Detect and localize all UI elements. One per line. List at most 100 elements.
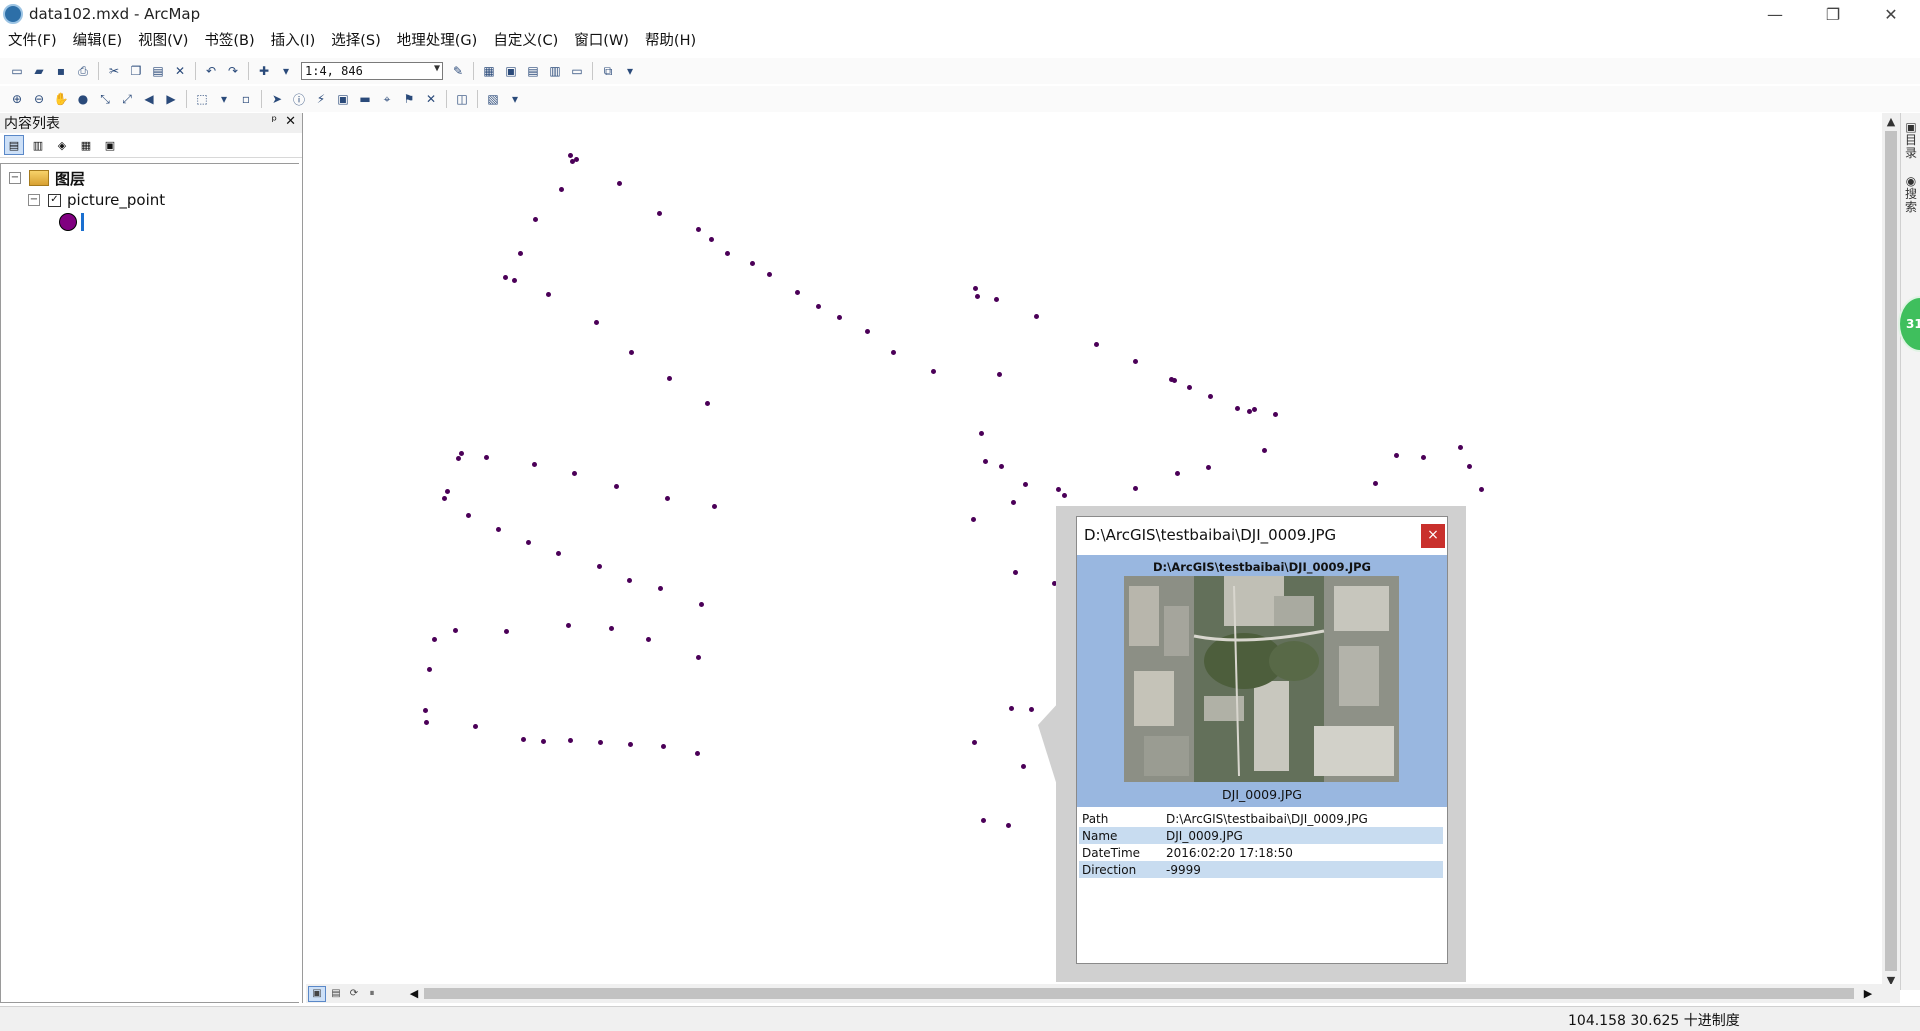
photo-point-feature[interactable] bbox=[712, 504, 717, 509]
minimize-button[interactable]: — bbox=[1746, 0, 1804, 28]
collapse-icon[interactable]: − bbox=[28, 194, 40, 206]
catalog-side-tab[interactable]: ▣ 目录 bbox=[1903, 121, 1919, 160]
photo-point-feature[interactable] bbox=[665, 496, 670, 501]
photo-point-feature[interactable] bbox=[1235, 406, 1240, 411]
python-window-icon[interactable]: ▭ bbox=[568, 62, 586, 80]
photo-point-feature[interactable] bbox=[699, 602, 704, 607]
photo-point-feature[interactable] bbox=[533, 217, 538, 222]
full-extent-globe-icon[interactable]: ● bbox=[74, 90, 92, 108]
hyperlink-icon[interactable]: ⚡ bbox=[312, 90, 330, 108]
photo-point-feature[interactable] bbox=[559, 187, 564, 192]
photo-point-feature[interactable] bbox=[532, 462, 537, 467]
pin-icon[interactable]: ᵖ bbox=[272, 114, 278, 129]
menu-help[interactable]: 帮助(H) bbox=[637, 30, 704, 52]
photo-point-feature[interactable] bbox=[975, 294, 980, 299]
layer-name-label[interactable]: picture_point bbox=[67, 191, 165, 209]
select-elements-arrow-icon[interactable]: ➤ bbox=[268, 90, 286, 108]
photo-point-feature[interactable] bbox=[1009, 706, 1014, 711]
photo-point-feature[interactable] bbox=[504, 629, 509, 634]
photo-point-feature[interactable] bbox=[1172, 378, 1177, 383]
layout-view-icon[interactable]: ▤ bbox=[328, 987, 344, 1001]
zoom-in-icon[interactable]: ⊕ bbox=[8, 90, 26, 108]
photo-point-feature[interactable] bbox=[521, 737, 526, 742]
menu-bookmarks[interactable]: 书签(B) bbox=[196, 30, 262, 52]
close-icon[interactable]: ✕ bbox=[285, 114, 296, 129]
menu-windows[interactable]: 窗口(W) bbox=[566, 30, 637, 52]
toolbar-options-icon[interactable]: ▾ bbox=[506, 90, 524, 108]
photo-point-feature[interactable] bbox=[597, 564, 602, 569]
collapse-icon[interactable]: − bbox=[9, 172, 21, 184]
editor-toolbar-icon[interactable]: ✎ bbox=[449, 62, 467, 80]
photo-point-feature[interactable] bbox=[556, 551, 561, 556]
photo-point-feature[interactable] bbox=[546, 292, 551, 297]
photo-point-feature[interactable] bbox=[453, 628, 458, 633]
clear-selection-icon[interactable]: ▫ bbox=[237, 90, 255, 108]
photo-point-feature[interactable] bbox=[512, 278, 517, 283]
catalog-window-icon[interactable]: ▣ bbox=[502, 62, 520, 80]
photo-point-feature[interactable] bbox=[837, 315, 842, 320]
photo-point-feature[interactable] bbox=[541, 739, 546, 744]
photo-point-feature[interactable] bbox=[568, 153, 573, 158]
save-icon[interactable]: ▪ bbox=[52, 62, 70, 80]
photo-point-feature[interactable] bbox=[981, 818, 986, 823]
close-window-button[interactable]: ✕ bbox=[1862, 0, 1920, 28]
scroll-right-arrow-icon[interactable]: ▶ bbox=[1860, 984, 1876, 1003]
photo-point-feature[interactable] bbox=[598, 740, 603, 745]
select-features-icon[interactable]: ⬚ bbox=[193, 90, 211, 108]
photo-point-feature[interactable] bbox=[646, 637, 651, 642]
photo-point-feature[interactable] bbox=[661, 744, 666, 749]
photo-point-feature[interactable] bbox=[658, 586, 663, 591]
add-data-icon[interactable]: ✚ bbox=[255, 62, 273, 80]
photo-point-feature[interactable] bbox=[1094, 342, 1099, 347]
photo-point-feature[interactable] bbox=[1421, 455, 1426, 460]
photo-point-feature[interactable] bbox=[1252, 407, 1257, 412]
photo-point-feature[interactable] bbox=[979, 431, 984, 436]
photo-point-feature[interactable] bbox=[1133, 486, 1138, 491]
time-slider-icon[interactable]: ◫ bbox=[453, 90, 471, 108]
find-route-icon[interactable]: ⚑ bbox=[400, 90, 418, 108]
photo-point-feature[interactable] bbox=[629, 350, 634, 355]
photo-point-feature[interactable] bbox=[572, 471, 577, 476]
vertical-scroll-thumb[interactable] bbox=[1885, 131, 1897, 971]
list-by-drawing-order-icon[interactable]: ▤ bbox=[4, 135, 24, 155]
pause-drawing-icon[interactable]: ⏸ bbox=[364, 987, 380, 1001]
photo-point-feature[interactable] bbox=[667, 376, 672, 381]
toolbar-options-icon[interactable]: ▾ bbox=[621, 62, 639, 80]
go-back-arrow-icon[interactable]: ◀ bbox=[140, 90, 158, 108]
new-document-icon[interactable]: ▭ bbox=[8, 62, 26, 80]
fixed-zoom-in-icon[interactable]: ⤡ bbox=[96, 90, 114, 108]
data-view-icon[interactable]: ▣ bbox=[308, 985, 326, 1002]
photo-point-feature[interactable] bbox=[705, 401, 710, 406]
photo-point-feature[interactable] bbox=[1062, 493, 1067, 498]
menu-edit[interactable]: 编辑(E) bbox=[65, 30, 130, 52]
map-scale-combo[interactable]: 1:4, 846 ▼ bbox=[301, 62, 443, 80]
photo-point-feature[interactable] bbox=[1013, 570, 1018, 575]
photo-point-feature[interactable] bbox=[696, 227, 701, 232]
photo-point-feature[interactable] bbox=[503, 275, 508, 280]
photo-point-feature[interactable] bbox=[1373, 481, 1378, 486]
photo-point-feature[interactable] bbox=[931, 369, 936, 374]
create-viewer-window-icon[interactable]: ▧ bbox=[484, 90, 502, 108]
photo-point-feature[interactable] bbox=[709, 237, 714, 242]
photo-point-feature[interactable] bbox=[657, 211, 662, 216]
photo-point-feature[interactable] bbox=[1187, 385, 1192, 390]
photo-point-feature[interactable] bbox=[795, 290, 800, 295]
html-popup-icon[interactable]: ▣ bbox=[334, 90, 352, 108]
photo-point-feature[interactable] bbox=[891, 350, 896, 355]
photo-point-feature[interactable] bbox=[1133, 359, 1138, 364]
photo-point-feature[interactable] bbox=[1029, 707, 1034, 712]
photo-point-feature[interactable] bbox=[1023, 482, 1028, 487]
photo-point-feature[interactable] bbox=[484, 455, 489, 460]
redo-icon[interactable]: ↷ bbox=[224, 62, 242, 80]
find-binoculars-icon[interactable]: ⌖ bbox=[378, 90, 396, 108]
photo-point-feature[interactable] bbox=[696, 655, 701, 660]
photo-point-feature[interactable] bbox=[1056, 487, 1061, 492]
photo-point-feature[interactable] bbox=[767, 272, 772, 277]
search-side-tab[interactable]: ◉ 搜索 bbox=[1903, 175, 1919, 214]
photo-point-feature[interactable] bbox=[725, 251, 730, 256]
photo-point-feature[interactable] bbox=[816, 304, 821, 309]
popup-close-button[interactable]: × bbox=[1421, 524, 1445, 548]
menu-customize[interactable]: 自定义(C) bbox=[485, 30, 566, 52]
horizontal-scroll-thumb[interactable] bbox=[424, 988, 1854, 999]
table-of-contents-icon[interactable]: ▦ bbox=[480, 62, 498, 80]
